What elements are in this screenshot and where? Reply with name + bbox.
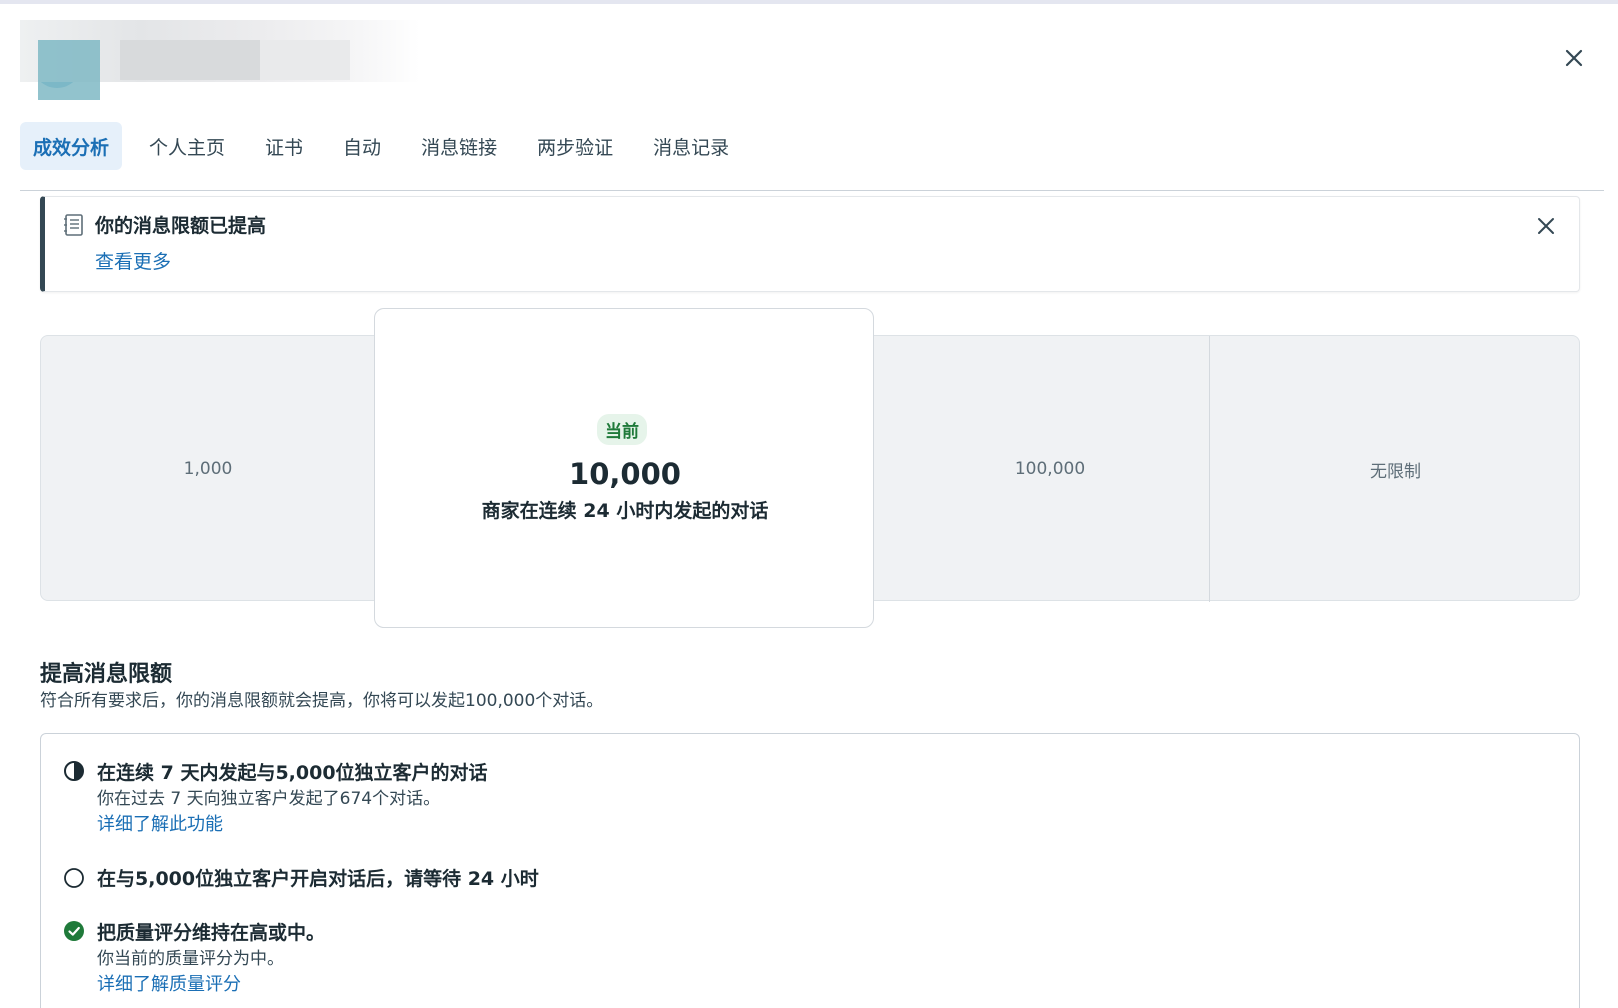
tab-insights[interactable]: 成效分析 [20,122,123,170]
status-badge: 当前 [597,414,647,445]
tab-two-step-verification[interactable]: 两步验证 [524,122,626,170]
tab-certificate[interactable]: 证书 [252,122,316,170]
current-tier-card: 当前 10,000 商家在连续 24 小时内发起的对话 [374,308,874,628]
banner-title: 你的消息限额已提高 [95,215,267,237]
half-circle-icon [63,760,85,782]
tier-1000: 1,000 [183,459,233,479]
requirements-list: 在连续 7 天内发起与5,000位独立客户的对话 你在过去 7 天向独立客户发起… [40,733,1580,1008]
requirement-description: 你在过去 7 天向独立客户发起了674个对话。 [97,789,441,809]
redacted-logo [38,40,100,100]
tab-message-history[interactable]: 消息记录 [640,122,742,170]
empty-circle-icon [63,867,85,889]
tier-100000: 100,000 [1014,459,1086,479]
section-subtitle: 符合所有要求后，你的消息限额就会提高，你将可以发起100,000个对话。 [40,691,604,711]
current-tier-value: 10,000 [569,457,681,491]
requirement-description: 你当前的质量评分为中。 [97,949,284,969]
limit-increased-banner: 你的消息限额已提高 查看更多 [40,196,1580,292]
close-icon[interactable] [1560,44,1588,72]
redacted-text [260,40,350,80]
check-circle-icon [63,920,85,942]
top-accent-line [0,0,1618,4]
redacted-text [120,40,260,80]
tab-message-links[interactable]: 消息链接 [408,122,510,170]
current-tier-description: 商家在连续 24 小时内发起的对话 [481,500,769,522]
close-icon[interactable] [1533,213,1559,239]
tabs-divider [20,190,1604,191]
tab-bar: 成效分析 个人主页 证书 自动 消息链接 两步验证 消息记录 [20,122,756,170]
learn-more-link[interactable]: 详细了解此功能 [97,810,223,836]
tier-unlimited: 无限制 [1370,461,1421,482]
learn-more-link[interactable]: 详细了解质量评分 [97,970,241,996]
tab-automation[interactable]: 自动 [330,122,394,170]
account-header [20,18,420,100]
section-title: 提高消息限额 [40,662,173,687]
tab-profile[interactable]: 个人主页 [136,122,238,170]
requirement-title: 把质量评分维持在高或中。 [97,922,326,944]
see-more-link[interactable]: 查看更多 [95,247,171,274]
requirement-title: 在连续 7 天内发起与5,000位独立客户的对话 [97,762,488,784]
requirement-title: 在与5,000位独立客户开启对话后，请等待 24 小时 [97,868,539,890]
notebook-icon [63,213,85,237]
